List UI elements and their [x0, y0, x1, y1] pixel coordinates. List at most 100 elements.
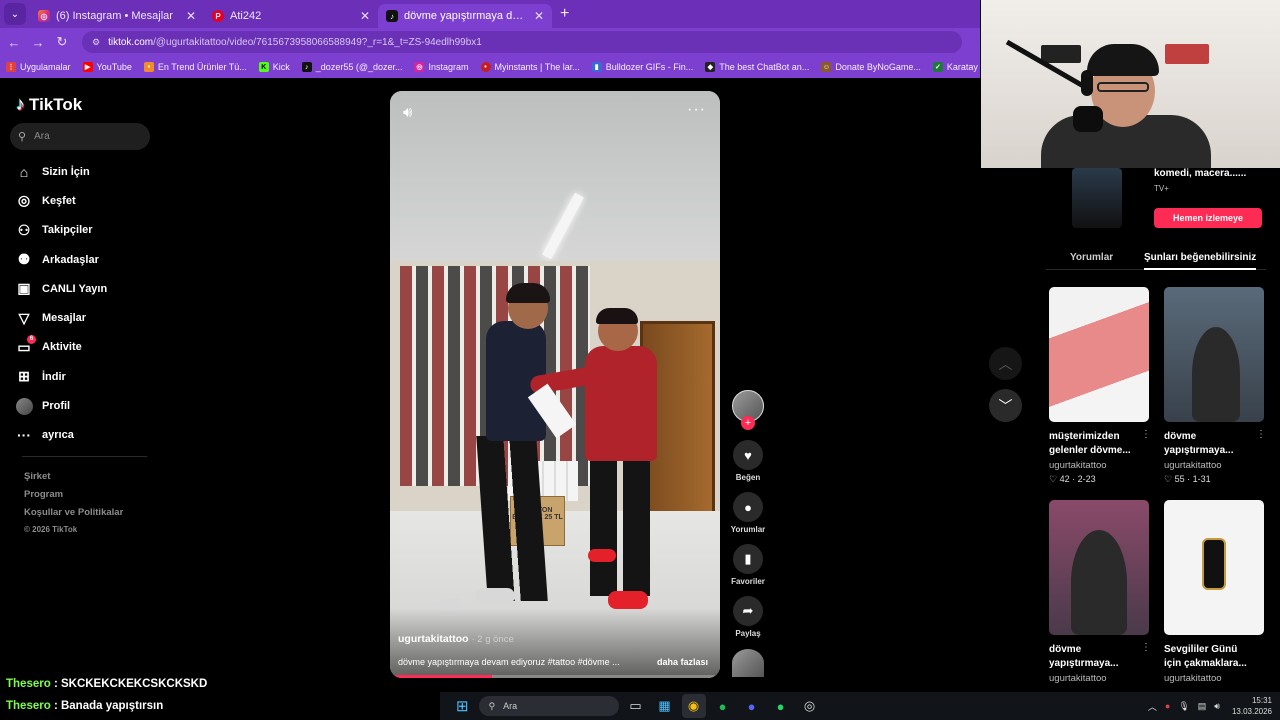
video-author[interactable]: ugurtakitattoo · 2 g önce	[398, 633, 514, 645]
suggestion-user[interactable]: ugurtakitattoo	[1164, 673, 1264, 684]
suggestion-card[interactable]: Sevgililer Günü için çakmaklara... ugurt…	[1164, 500, 1264, 684]
follow-plus-icon[interactable]: +	[741, 416, 755, 430]
site-info-icon[interactable]: ⚙	[92, 37, 100, 48]
suggestion-card[interactable]: dövme yapıştırmaya... ⋮ ugurtakitattoo ♡…	[1164, 287, 1266, 485]
bookmark-youtube[interactable]: ▶ YouTube	[82, 62, 132, 72]
suggestion-thumbnail	[1049, 500, 1149, 635]
sidebar-item-messages[interactable]: ▽ Mesajlar	[14, 303, 164, 332]
store-icon[interactable]: ▦	[653, 694, 677, 718]
clock[interactable]: 15:31 13.03.2026	[1232, 695, 1272, 717]
footer-link-terms[interactable]: Koşullar ve Politikalar	[24, 507, 123, 525]
forward-arrow-icon[interactable]: →	[26, 35, 50, 50]
sidebar-item-compass[interactable]: ◎ Keşfet	[14, 186, 164, 215]
microphone-icon[interactable]: 🎙︎	[1178, 701, 1189, 712]
pinterest-icon: P	[212, 10, 224, 22]
tiktok-logo[interactable]: ♪ TikTok	[16, 94, 82, 115]
bookmark-bynogame[interactable]: ☺ Donate ByNoGame...	[821, 62, 921, 72]
person-2-shoe	[588, 549, 616, 562]
bookmark-bulldozer[interactable]: ▮ Bulldozer GIFs - Fin...	[591, 62, 693, 72]
suggestion-user[interactable]: ugurtakitattoo	[1049, 673, 1149, 684]
sidebar-item-label: Takipçiler	[42, 224, 93, 237]
tab-list-chevron-icon[interactable]: ⌄	[4, 3, 26, 25]
discord-icon[interactable]: ●	[740, 694, 764, 718]
gif-icon: ▮	[591, 62, 602, 72]
whatsapp-icon[interactable]: ●	[769, 694, 793, 718]
spotify-icon[interactable]: ●	[711, 694, 735, 718]
obs-icon[interactable]: ◎	[798, 694, 822, 718]
video-player[interactable]: KARTON BARDAK 25 TL 🔊︎ ··· ugurtakitatto…	[390, 91, 720, 678]
sidebar-item-download[interactable]: ⊞ İndir	[14, 362, 164, 391]
more-vertical-icon[interactable]: ⋮	[1141, 429, 1151, 440]
comments-button[interactable]: ● Yorumlar	[731, 492, 765, 534]
search-input[interactable]: ⚲ Ara	[10, 123, 150, 150]
like-button[interactable]: ♥ Beğen	[732, 440, 764, 482]
bookmark-dozer[interactable]: ♪ _dozer55 (@_dozer...	[301, 62, 402, 72]
suggestion-card[interactable]: dövme yapıştırmaya... ⋮ ugurtakitattoo	[1049, 500, 1151, 684]
bookmark-instagram[interactable]: ◎ Instagram	[414, 62, 469, 72]
sidebar-item-live[interactable]: ▣ CANLI Yayın	[14, 274, 164, 303]
music-disc-avatar[interactable]	[732, 649, 764, 677]
favorites-button[interactable]: ▮ Favoriler	[731, 544, 765, 586]
suggestion-thumbnail	[1049, 287, 1149, 422]
suggestion-user[interactable]: ugurtakitattoo	[1049, 460, 1149, 471]
address-bar[interactable]: ⚙ tiktok.com/@ugurtakitattoo/video/76156…	[82, 31, 962, 53]
close-tab-icon[interactable]: ✕	[534, 9, 544, 23]
next-video-chevron-down-icon[interactable]: ﹀	[989, 389, 1022, 422]
author-name[interactable]: ugurtakitattoo	[398, 633, 469, 645]
speaker-icon[interactable]: 🔊︎	[1214, 701, 1220, 712]
taskbar-search[interactable]: ⚲ Ara	[478, 696, 619, 716]
bookmark-chatbot[interactable]: ◆ The best ChatBot an...	[705, 62, 809, 72]
like-count: 42	[1059, 474, 1070, 484]
suggestion-user[interactable]: ugurtakitattoo	[1164, 460, 1264, 471]
promo-title: komedi, macera......	[1154, 168, 1247, 179]
bookmark-label: Instagram	[428, 62, 469, 72]
back-arrow-icon[interactable]: ←	[2, 35, 26, 50]
footer-link-program[interactable]: Program	[24, 489, 123, 507]
tray-app-icon[interactable]: ●	[1165, 701, 1170, 711]
video-progress-bar[interactable]	[390, 675, 720, 678]
promo-card[interactable]: komedi, macera...... TV+ Hemen izlemeye	[1040, 168, 1280, 240]
chrome-icon[interactable]: ◉	[681, 694, 706, 718]
sidebar-item-friends[interactable]: ⚉ Arkadaşlar	[14, 245, 164, 274]
sidebar-item-more[interactable]: ··· ayrıca	[14, 421, 164, 450]
sidebar-item-activity[interactable]: ▭ 6 Aktivite	[14, 333, 164, 362]
instagram-icon: ◎	[414, 62, 425, 72]
new-tab-button[interactable]: +	[560, 5, 569, 23]
tab-pinterest[interactable]: P Ati242 ✕	[204, 4, 378, 28]
tray-overflow-chevron-icon[interactable]: ︿	[1148, 700, 1157, 713]
network-icon[interactable]: ▤	[1198, 701, 1207, 712]
volume-icon[interactable]: 🔊︎	[403, 104, 412, 121]
more-options-icon[interactable]: ···	[687, 101, 706, 119]
footer-link-company[interactable]: Şirket	[24, 471, 123, 489]
bookmark-label: Uygulamalar	[20, 62, 71, 72]
bookmark-label: En Trend Ürünler Tü...	[157, 62, 247, 72]
show-more-button[interactable]: daha fazlası	[657, 657, 708, 667]
close-tab-icon[interactable]: ✕	[360, 9, 370, 23]
tab-instagram[interactable]: ◎ (6) Instagram • Mesajlar ✕	[30, 4, 204, 28]
tab-tiktok[interactable]: ♪ dövme yapıştırmaya devam ed... ✕	[378, 4, 552, 28]
more-vertical-icon[interactable]: ⋮	[1141, 642, 1151, 653]
webcam-microphone	[1073, 106, 1103, 132]
bookmark-apps[interactable]: ⋮ Uygulamalar	[6, 62, 71, 72]
previous-video-chevron-up-icon[interactable]: ︿	[989, 347, 1022, 380]
windows-start-icon[interactable]: ⊞	[456, 697, 469, 715]
sidebar-item-profile[interactable]: Profil	[14, 391, 164, 420]
sidebar-item-following[interactable]: ⚇ Takipçiler	[14, 216, 164, 245]
tab-comments[interactable]: Yorumlar	[1070, 248, 1144, 269]
promo-watch-button[interactable]: Hemen izlemeye	[1154, 208, 1262, 228]
bookmark-trend[interactable]: • En Trend Ürünler Tü...	[143, 62, 247, 72]
reload-icon[interactable]: ↻	[50, 34, 74, 50]
task-view-icon[interactable]: ▭	[624, 694, 648, 718]
bookmark-myinstants[interactable]: • Myinstants | The lar...	[480, 62, 580, 72]
webcam-headset	[1081, 70, 1093, 96]
tab-you-may-like[interactable]: Şunları beğenebilirsiniz	[1144, 248, 1257, 270]
bookmark-karatay[interactable]: ✓Karatay Belediyespo...	[932, 62, 980, 72]
suggestion-thumbnail	[1164, 287, 1264, 422]
share-button[interactable]: ➦ Paylaş	[732, 596, 764, 638]
sidebar-item-home[interactable]: ⌂ Sizin İçin	[14, 157, 164, 186]
suggestion-card[interactable]: müşterimizden gelenler dövme... ⋮ ugurta…	[1049, 287, 1151, 485]
taskbar-search-label: Ara	[503, 701, 518, 711]
close-tab-icon[interactable]: ✕	[186, 9, 196, 23]
bookmark-kick[interactable]: K Kick	[258, 62, 290, 72]
more-vertical-icon[interactable]: ⋮	[1256, 429, 1266, 440]
